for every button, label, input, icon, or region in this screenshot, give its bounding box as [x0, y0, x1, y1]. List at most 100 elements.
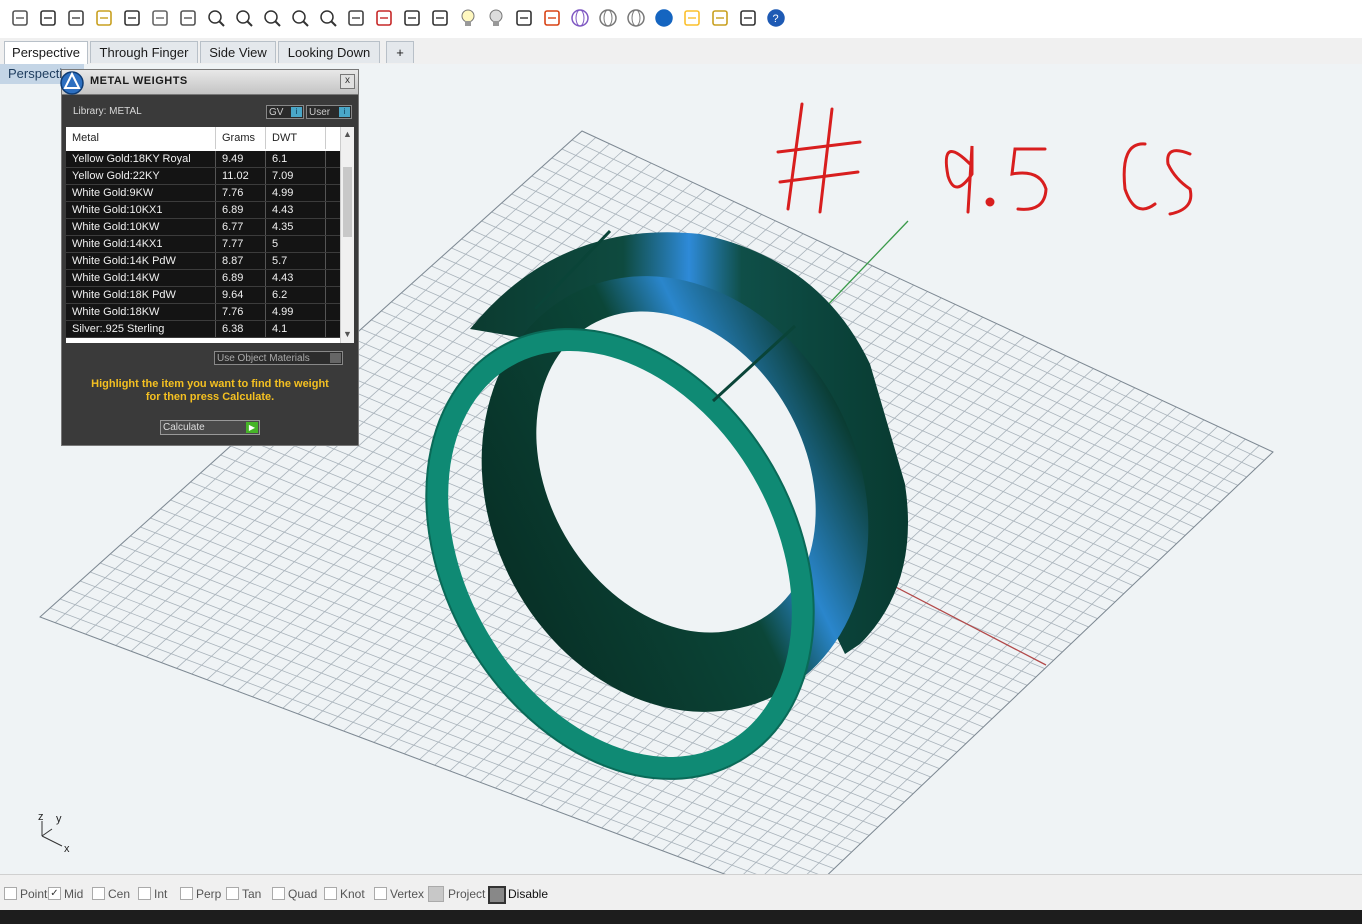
four-viewports-icon[interactable] — [344, 6, 368, 30]
add-tab-button[interactable]: + — [386, 41, 414, 63]
snap-tan[interactable]: Tan — [226, 887, 261, 901]
car-icon[interactable] — [372, 6, 396, 30]
snap-checkbox[interactable] — [4, 887, 17, 900]
pan-hand-icon[interactable] — [148, 6, 172, 30]
table-row[interactable]: White Gold:14KX1 7.77 5 — [66, 236, 342, 253]
table-row[interactable]: White Gold:10KW 6.77 4.35 — [66, 219, 342, 236]
snap-checkbox[interactable] — [138, 887, 151, 900]
sphere-wire-icon[interactable] — [596, 6, 620, 30]
new-file-icon[interactable] — [8, 6, 32, 30]
snap-checkbox[interactable]: ✓ — [48, 887, 61, 900]
snap-label: Vertex — [390, 887, 425, 901]
zoom-selected-icon[interactable] — [288, 6, 312, 30]
use-object-materials-toggle[interactable]: Use Object Materials — [214, 351, 343, 365]
taskbar — [0, 910, 1362, 924]
tab-perspective[interactable]: Perspective — [4, 41, 88, 65]
tab-through-finger[interactable]: Through Finger — [90, 41, 198, 63]
column-header-grams[interactable]: Grams — [216, 127, 266, 149]
snap-checkbox[interactable] — [428, 886, 444, 902]
zoom-icon[interactable] — [204, 6, 228, 30]
snap-int[interactable]: Int — [138, 887, 167, 901]
info-icon: i — [291, 107, 302, 117]
table-row[interactable]: White Gold:14KW 6.89 4.43 — [66, 270, 342, 287]
snap-checkbox[interactable] — [226, 887, 239, 900]
snap-vertex[interactable]: Vertex — [374, 887, 424, 901]
snap-cen[interactable]: Cen — [92, 887, 130, 901]
column-header-dwt[interactable]: DWT — [266, 127, 326, 149]
table-scrollbar[interactable]: ▲ ▼ — [340, 127, 354, 343]
close-button[interactable]: x — [340, 74, 355, 89]
table-row[interactable]: White Gold:10KX1 6.89 4.43 — [66, 202, 342, 219]
snap-quad[interactable]: Quad — [272, 887, 317, 901]
layer-icon[interactable] — [540, 6, 564, 30]
grams-cell: 6.89 — [216, 202, 266, 218]
help-icon[interactable]: ? — [764, 6, 788, 30]
column-header-metal[interactable]: Metal — [66, 127, 216, 149]
snap-point[interactable]: Point — [4, 887, 47, 901]
metal-cell: White Gold:10KW — [66, 219, 216, 235]
rotate-view-icon[interactable] — [176, 6, 200, 30]
calculate-button[interactable]: Calculate ▶ — [160, 420, 260, 435]
snap-disable[interactable]: Disable — [488, 886, 549, 904]
snap-label: Disable — [508, 887, 549, 901]
sphere-render-icon[interactable] — [652, 6, 676, 30]
snap-checkbox[interactable] — [92, 887, 105, 900]
table-row[interactable]: Yellow Gold:18KY Royal 9.49 6.1 — [66, 151, 342, 168]
cut-icon[interactable] — [36, 6, 60, 30]
lightbulb-off-icon[interactable] — [484, 6, 508, 30]
lightbulb-icon[interactable] — [456, 6, 480, 30]
point-on-icon[interactable] — [428, 6, 452, 30]
table-row[interactable]: White Gold:18KW 7.76 4.99 — [66, 304, 342, 321]
snap-label: Quad — [288, 887, 318, 901]
object-properties-icon[interactable] — [400, 6, 424, 30]
scroll-thumb[interactable] — [343, 167, 352, 237]
table-row[interactable]: Silver:.925 Sterling 6.38 4.1 — [66, 321, 342, 338]
zoom-previous-icon[interactable] — [316, 6, 340, 30]
color-wheel-icon[interactable] — [568, 6, 592, 30]
table-row[interactable]: Yellow Gold:22KY 11.02 7.09 — [66, 168, 342, 185]
grams-cell: 9.64 — [216, 287, 266, 303]
table-row[interactable]: White Gold:9KW 7.76 4.99 — [66, 185, 342, 202]
undo-icon[interactable] — [120, 6, 144, 30]
table-row[interactable]: White Gold:14K PdW 8.87 5.7 — [66, 253, 342, 270]
snap-checkbox[interactable] — [374, 887, 387, 900]
snap-mid[interactable]: ✓ Mid — [48, 887, 83, 901]
dwt-cell: 5.7 — [266, 253, 326, 269]
zoom-window-icon[interactable] — [232, 6, 256, 30]
table-body: Yellow Gold:18KY Royal 9.49 6.1 Yellow Gol… — [66, 151, 342, 338]
scroll-up-icon[interactable]: ▲ — [343, 129, 352, 139]
info-icon: i — [339, 107, 350, 117]
metal-cell: White Gold:14KX1 — [66, 236, 216, 252]
snap-perp[interactable]: Perp — [180, 887, 221, 901]
metal-cell: Yellow Gold:18KY Royal — [66, 151, 216, 167]
metal-cell: White Gold:10KX1 — [66, 202, 216, 218]
snap-checkbox[interactable] — [180, 887, 193, 900]
metal-cell: White Gold:9KW — [66, 185, 216, 201]
paste-icon[interactable] — [92, 6, 116, 30]
snap-checkbox[interactable] — [324, 887, 337, 900]
sphere-grid-icon[interactable] — [624, 6, 648, 30]
axis-label-x: x — [64, 843, 70, 855]
lock-icon[interactable] — [512, 6, 536, 30]
table-row[interactable]: White Gold:18K PdW 9.64 6.2 — [66, 287, 342, 304]
snap-project[interactable]: Project — [428, 886, 485, 902]
grams-cell: 11.02 — [216, 168, 266, 184]
gear-icon[interactable] — [708, 6, 732, 30]
grip-icon[interactable] — [736, 6, 760, 30]
copy-icon[interactable] — [64, 6, 88, 30]
scroll-down-icon[interactable]: ▼ — [343, 329, 352, 339]
gv-library-button[interactable]: GV i — [266, 105, 304, 119]
tab-side-view[interactable]: Side View — [200, 41, 276, 63]
zoom-extents-icon[interactable] — [260, 6, 284, 30]
tab-looking-down[interactable]: Looking Down — [278, 41, 380, 63]
snap-knot[interactable]: Knot — [324, 887, 365, 901]
metal-table: Metal Grams DWT Yellow Gold:18KY Royal 9.… — [66, 127, 354, 343]
user-library-button[interactable]: User i — [306, 105, 352, 119]
snap-checkbox[interactable] — [488, 886, 506, 904]
snap-checkbox[interactable] — [272, 887, 285, 900]
panel-header[interactable]: METAL WEIGHTS x — [60, 70, 358, 95]
play-icon: ▶ — [246, 422, 258, 433]
gv-label: GV — [269, 107, 284, 118]
grams-cell: 6.38 — [216, 321, 266, 337]
render-icon[interactable] — [680, 6, 704, 30]
